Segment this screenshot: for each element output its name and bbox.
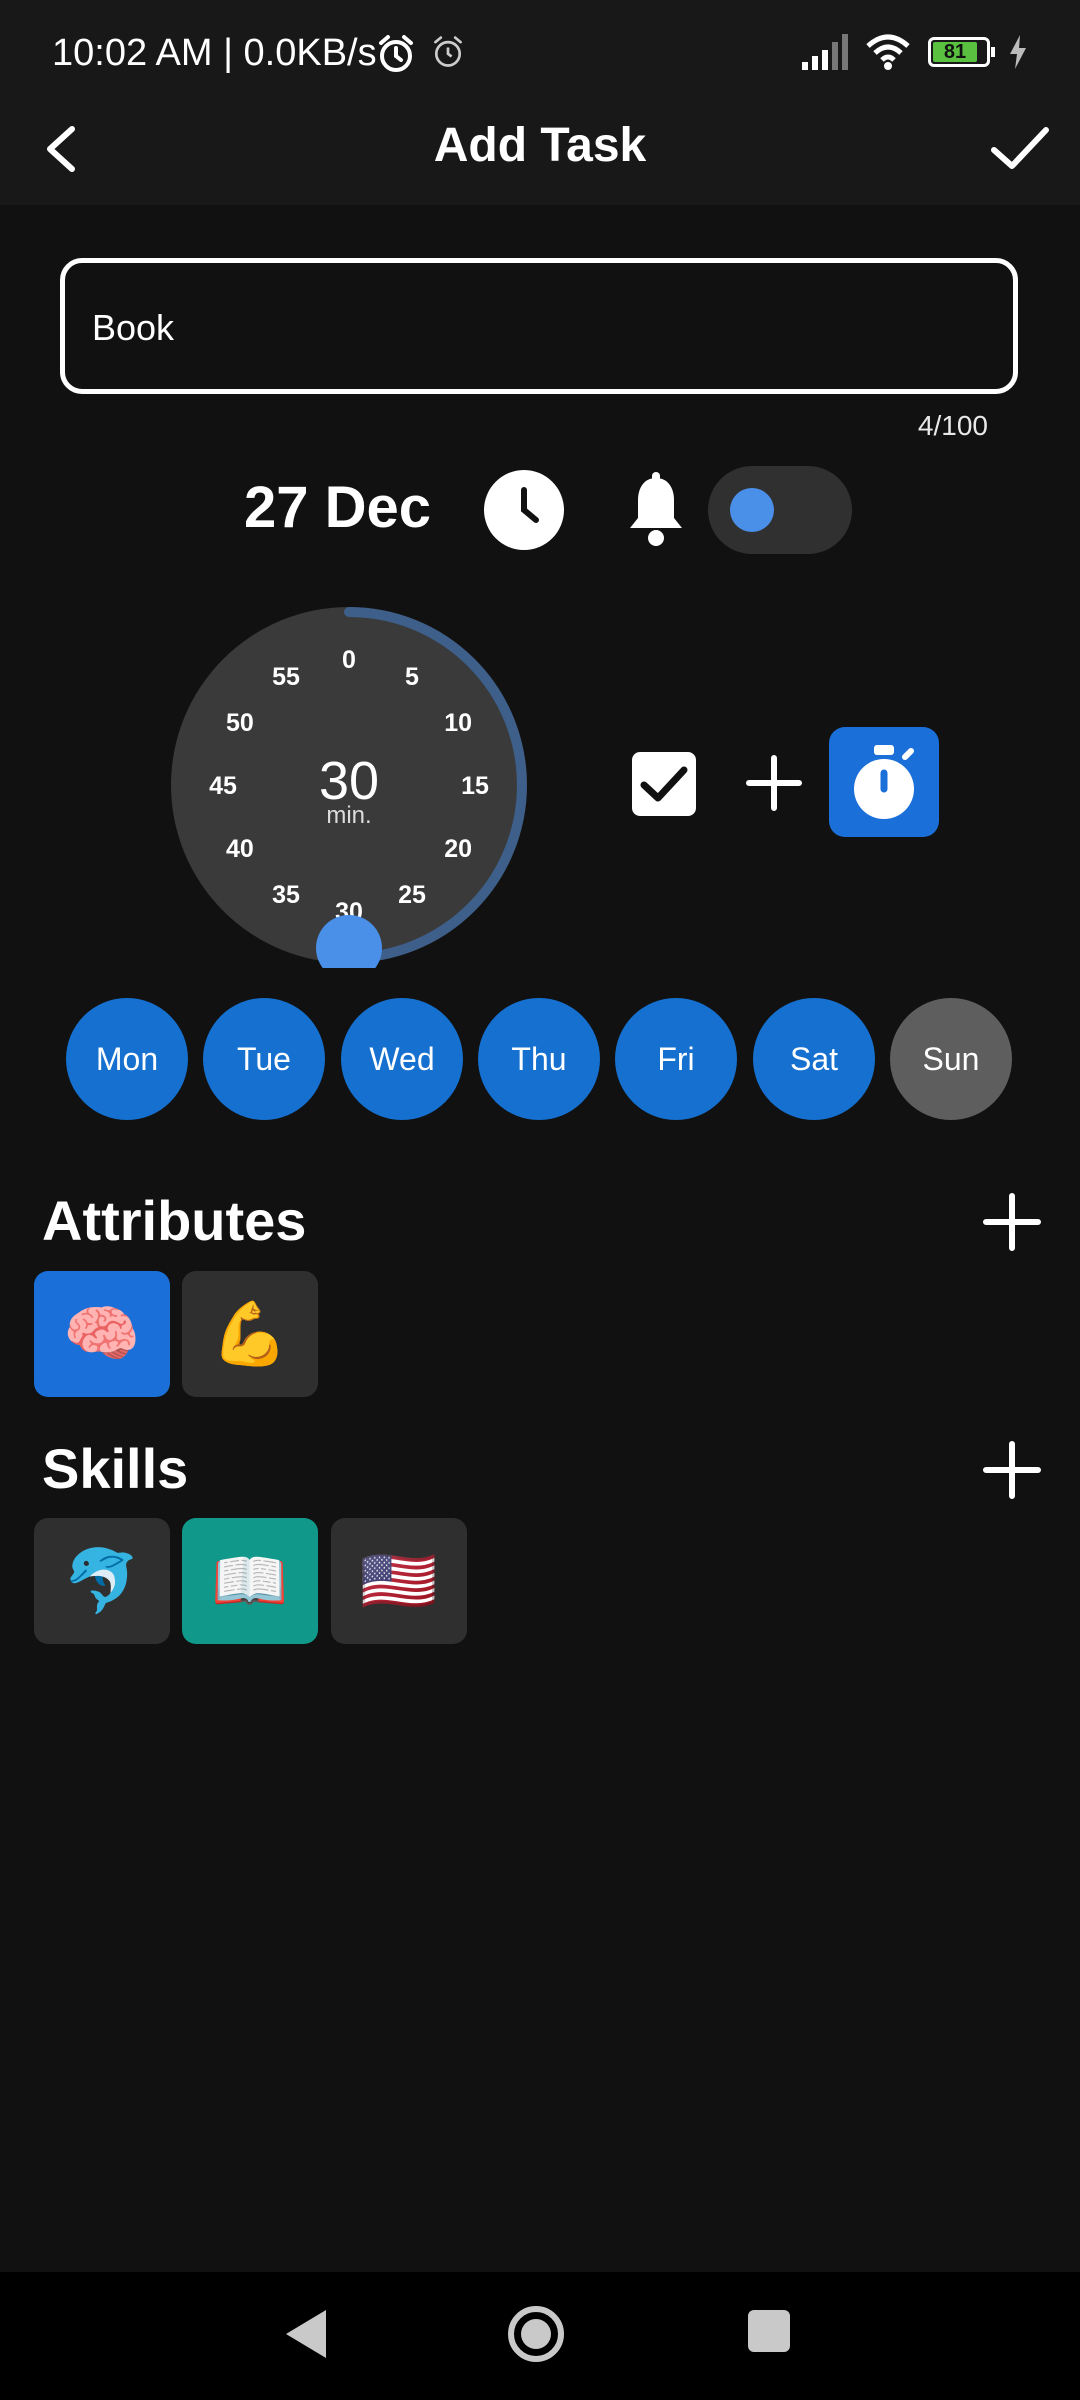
dial-tick-5: 5 bbox=[405, 663, 419, 691]
skill-reading[interactable]: 📖 bbox=[182, 1518, 318, 1644]
day-wed[interactable]: Wed bbox=[341, 998, 463, 1120]
reminder-toggle[interactable] bbox=[708, 466, 852, 554]
time-picker-button[interactable] bbox=[484, 470, 564, 550]
task-name-input[interactable] bbox=[92, 307, 972, 349]
brain-icon: 🧠 bbox=[63, 1299, 141, 1369]
character-counter: 4/100 bbox=[917, 410, 988, 441]
date-picker-label[interactable]: 27 Dec bbox=[244, 474, 431, 541]
page-title: Add Task bbox=[433, 119, 647, 172]
signal-icon bbox=[802, 34, 848, 70]
attributes-heading: Attributes bbox=[42, 1189, 307, 1252]
add-attribute-plus-icon[interactable] bbox=[982, 1192, 1042, 1252]
duration-unit: min. bbox=[326, 802, 372, 829]
charging-bolt-icon bbox=[1010, 35, 1026, 69]
battery-level: 81 bbox=[943, 41, 967, 63]
dial-tick-55: 55 bbox=[272, 663, 300, 691]
bell-icon[interactable] bbox=[624, 472, 688, 548]
dial-tick-15: 15 bbox=[461, 772, 489, 800]
dial-tick-0: 0 bbox=[342, 646, 356, 674]
checkmark-icon bbox=[640, 766, 688, 802]
clock-icon bbox=[521, 487, 539, 523]
checkbox-task-type[interactable] bbox=[632, 752, 696, 816]
skills-heading: Skills bbox=[42, 1437, 189, 1500]
toggle-knob bbox=[730, 488, 774, 532]
status-right-icons: 81 bbox=[800, 34, 1028, 70]
timer-task-type-button[interactable] bbox=[829, 727, 939, 837]
dial-tick-40: 40 bbox=[226, 835, 254, 863]
day-fri[interactable]: Fri bbox=[615, 998, 737, 1120]
nav-back-icon[interactable] bbox=[282, 2306, 330, 2362]
day-thu[interactable]: Thu bbox=[478, 998, 600, 1120]
dial-tick-20: 20 bbox=[444, 835, 472, 863]
skill-english[interactable]: 🇺🇸 bbox=[331, 1518, 467, 1644]
day-mon[interactable]: Mon bbox=[66, 998, 188, 1120]
dial-tick-35: 35 bbox=[272, 881, 300, 909]
dial-tick-25: 25 bbox=[398, 881, 426, 909]
dolphin-icon: 🐬 bbox=[63, 1546, 141, 1616]
flexed-biceps-icon: 💪 bbox=[211, 1299, 289, 1369]
dial-tick-10: 10 bbox=[444, 709, 472, 737]
alarm-clock-icon bbox=[379, 35, 413, 72]
weekday-selector: Mon Tue Wed Thu Fri Sat Sun bbox=[66, 998, 1016, 1120]
dial-tick-45: 45 bbox=[209, 772, 237, 800]
wifi-icon bbox=[866, 34, 910, 70]
dial-tick-50: 50 bbox=[226, 709, 254, 737]
stopwatch-icon bbox=[854, 745, 914, 819]
attribute-brain[interactable]: 🧠 bbox=[34, 1271, 170, 1397]
day-sat[interactable]: Sat bbox=[753, 998, 875, 1120]
open-book-icon: 📖 bbox=[211, 1546, 289, 1616]
plus-icon bbox=[746, 755, 802, 811]
day-sun[interactable]: Sun bbox=[890, 998, 1012, 1120]
attribute-strength[interactable]: 💪 bbox=[182, 1271, 318, 1397]
task-name-field[interactable] bbox=[60, 258, 1018, 394]
add-skill-plus-icon[interactable] bbox=[982, 1440, 1042, 1500]
nav-home-icon[interactable] bbox=[506, 2304, 566, 2364]
skill-dolphin[interactable]: 🐬 bbox=[34, 1518, 170, 1644]
us-flag-icon: 🇺🇸 bbox=[360, 1546, 438, 1616]
alarm-clock-outline-icon bbox=[434, 36, 462, 67]
battery-icon: 81 bbox=[928, 37, 995, 67]
save-check-icon[interactable] bbox=[984, 116, 1056, 180]
status-alarm-icons bbox=[376, 34, 466, 74]
day-tue[interactable]: Tue bbox=[203, 998, 325, 1120]
nav-recents-icon[interactable] bbox=[748, 2310, 790, 2352]
status-time: 10:02 AM | 0.0KB/s bbox=[52, 32, 377, 74]
